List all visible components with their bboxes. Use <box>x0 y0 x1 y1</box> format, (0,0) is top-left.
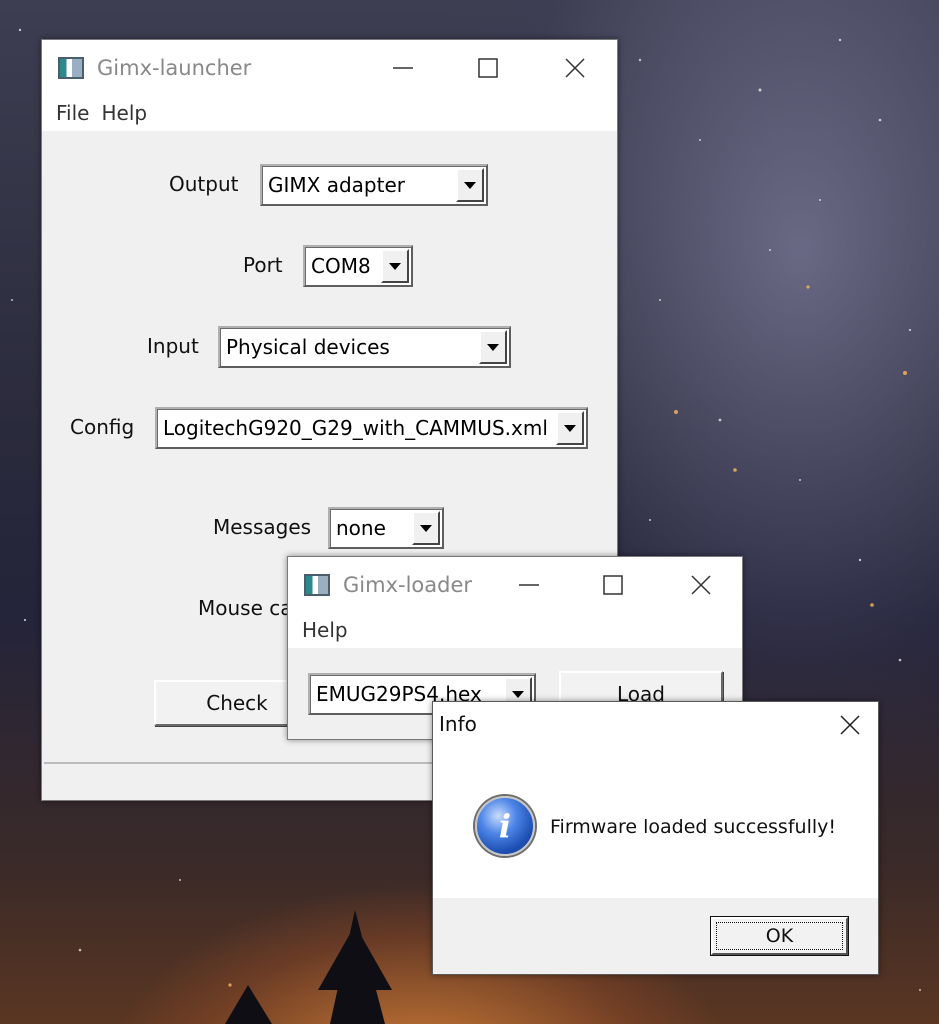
launcher-titlebar[interactable]: Gimx-launcher <box>42 40 617 95</box>
chevron-down-icon[interactable] <box>479 330 507 364</box>
info-icon: i <box>475 796 535 856</box>
port-value: COM8 <box>311 254 371 278</box>
messages-select[interactable]: none <box>328 507 444 549</box>
config-label: Config <box>70 415 135 439</box>
messages-value: none <box>336 516 386 540</box>
close-button[interactable] <box>550 40 600 95</box>
launcher-menubar: File Help <box>42 95 617 131</box>
input-label: Input <box>147 334 199 358</box>
close-button[interactable] <box>676 557 726 612</box>
minimize-button[interactable] <box>506 557 552 612</box>
info-dialog-title: Info <box>439 712 477 736</box>
app-icon <box>58 56 84 79</box>
info-message: Firmware loaded successfully! <box>550 816 836 838</box>
menu-file[interactable]: File <box>56 101 89 125</box>
chevron-down-icon[interactable] <box>412 511 440 545</box>
focus-ring <box>716 922 843 950</box>
messages-label: Messages <box>213 515 312 539</box>
menu-help[interactable]: Help <box>302 618 348 642</box>
close-icon <box>691 574 711 595</box>
maximize-button[interactable] <box>465 40 511 95</box>
output-label: Output <box>169 172 239 196</box>
config-select[interactable]: LogitechG920_G29_with_CAMMUS.xml <box>155 407 588 449</box>
minimize-icon <box>519 583 539 586</box>
mouse-calibration-label: Mouse ca <box>198 596 293 620</box>
minimize-icon <box>393 66 413 69</box>
maximize-button[interactable] <box>590 557 636 612</box>
chevron-down-icon[interactable] <box>456 168 484 202</box>
input-select[interactable]: Physical devices <box>218 326 511 368</box>
maximize-icon <box>603 574 623 595</box>
input-value: Physical devices <box>226 335 390 359</box>
info-titlebar[interactable]: Info <box>433 702 878 748</box>
info-dialog: Info i Firmware loaded successfully! OK <box>432 701 879 975</box>
chevron-down-icon[interactable] <box>381 249 409 283</box>
info-body: i Firmware loaded successfully! <box>433 748 878 898</box>
config-value: LogitechG920_G29_with_CAMMUS.xml <box>163 416 548 440</box>
window-title: Gimx-loader <box>343 572 473 597</box>
loader-menubar: Help <box>288 612 742 648</box>
port-label: Port <box>243 253 283 277</box>
minimize-button[interactable] <box>380 40 426 95</box>
close-button[interactable] <box>827 702 873 748</box>
chevron-down-icon[interactable] <box>556 411 584 445</box>
output-value: GIMX adapter <box>268 173 405 197</box>
check-button-label: Check <box>206 691 268 715</box>
loader-titlebar[interactable]: Gimx-loader <box>288 557 742 612</box>
window-title: Gimx-launcher <box>97 55 252 80</box>
app-icon <box>304 573 330 596</box>
port-select[interactable]: COM8 <box>303 245 413 287</box>
ok-button[interactable]: OK <box>711 917 848 955</box>
close-icon <box>565 57 585 78</box>
close-icon <box>840 715 860 735</box>
maximize-icon <box>478 57 498 78</box>
output-select[interactable]: GIMX adapter <box>260 164 488 206</box>
menu-help[interactable]: Help <box>101 101 147 125</box>
